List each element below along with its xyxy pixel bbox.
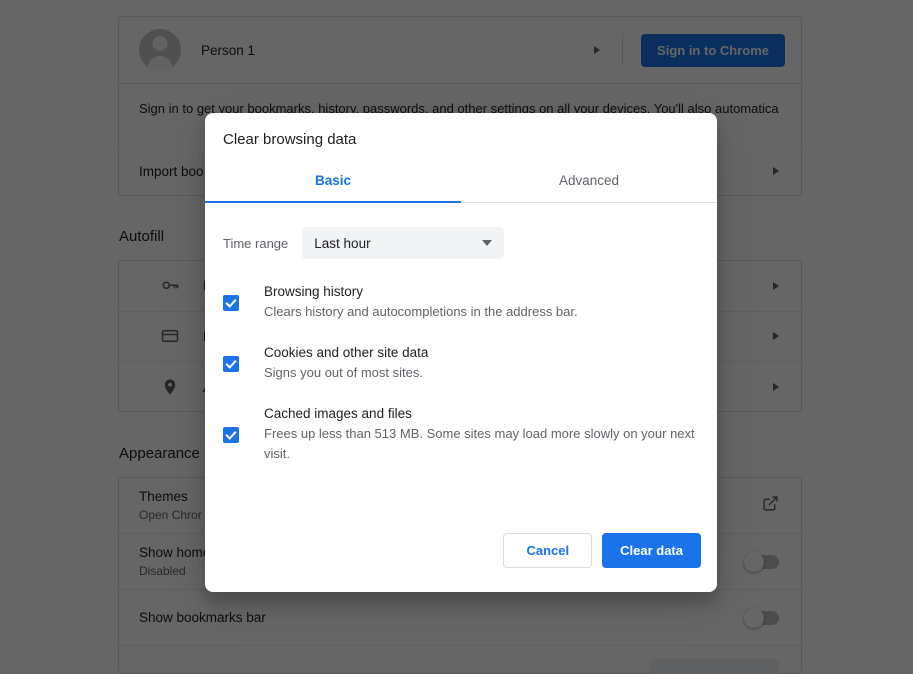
cookies-checkbox[interactable] (223, 356, 239, 372)
dialog-tabstrip: Basic Advanced (205, 165, 717, 203)
tab-advanced[interactable]: Advanced (461, 165, 717, 202)
browsing-history-checkbox[interactable] (223, 295, 239, 311)
tab-basic[interactable]: Basic (205, 165, 461, 202)
dialog-body: Time range Last hour Browsing history Cl… (205, 203, 717, 533)
dialog-footer: Cancel Clear data (205, 533, 717, 592)
option-title: Cached images and files (264, 406, 699, 421)
time-range-label: Time range (223, 236, 288, 251)
option-description: Frees up less than 513 MB. Some sites ma… (264, 424, 699, 464)
option-title: Cookies and other site data (264, 345, 699, 360)
option-cookies-site-data[interactable]: Cookies and other site data Signs you ou… (223, 344, 699, 383)
option-text: Cached images and files Frees up less th… (264, 405, 699, 464)
settings-page-root: Person 1 Sign in to Chrome Sign in to ge… (0, 0, 913, 674)
cached-images-checkbox[interactable] (223, 427, 239, 443)
time-range-selected-value: Last hour (314, 236, 482, 251)
time-range-row: Time range Last hour (223, 227, 699, 259)
option-description: Signs you out of most sites. (264, 363, 699, 383)
option-title: Browsing history (264, 284, 699, 299)
option-text: Browsing history Clears history and auto… (264, 283, 699, 322)
clear-data-button[interactable]: Clear data (602, 533, 701, 568)
chevron-down-icon (482, 240, 492, 246)
active-tab-indicator (205, 201, 461, 203)
option-text: Cookies and other site data Signs you ou… (264, 344, 699, 383)
dialog-title: Clear browsing data (205, 113, 717, 148)
time-range-select[interactable]: Last hour (302, 227, 504, 259)
option-cached-images-files[interactable]: Cached images and files Frees up less th… (223, 405, 699, 464)
option-browsing-history[interactable]: Browsing history Clears history and auto… (223, 283, 699, 322)
cancel-button[interactable]: Cancel (503, 533, 592, 568)
clear-browsing-data-dialog: Clear browsing data Basic Advanced Time … (205, 113, 717, 592)
option-description: Clears history and autocompletions in th… (264, 302, 699, 322)
